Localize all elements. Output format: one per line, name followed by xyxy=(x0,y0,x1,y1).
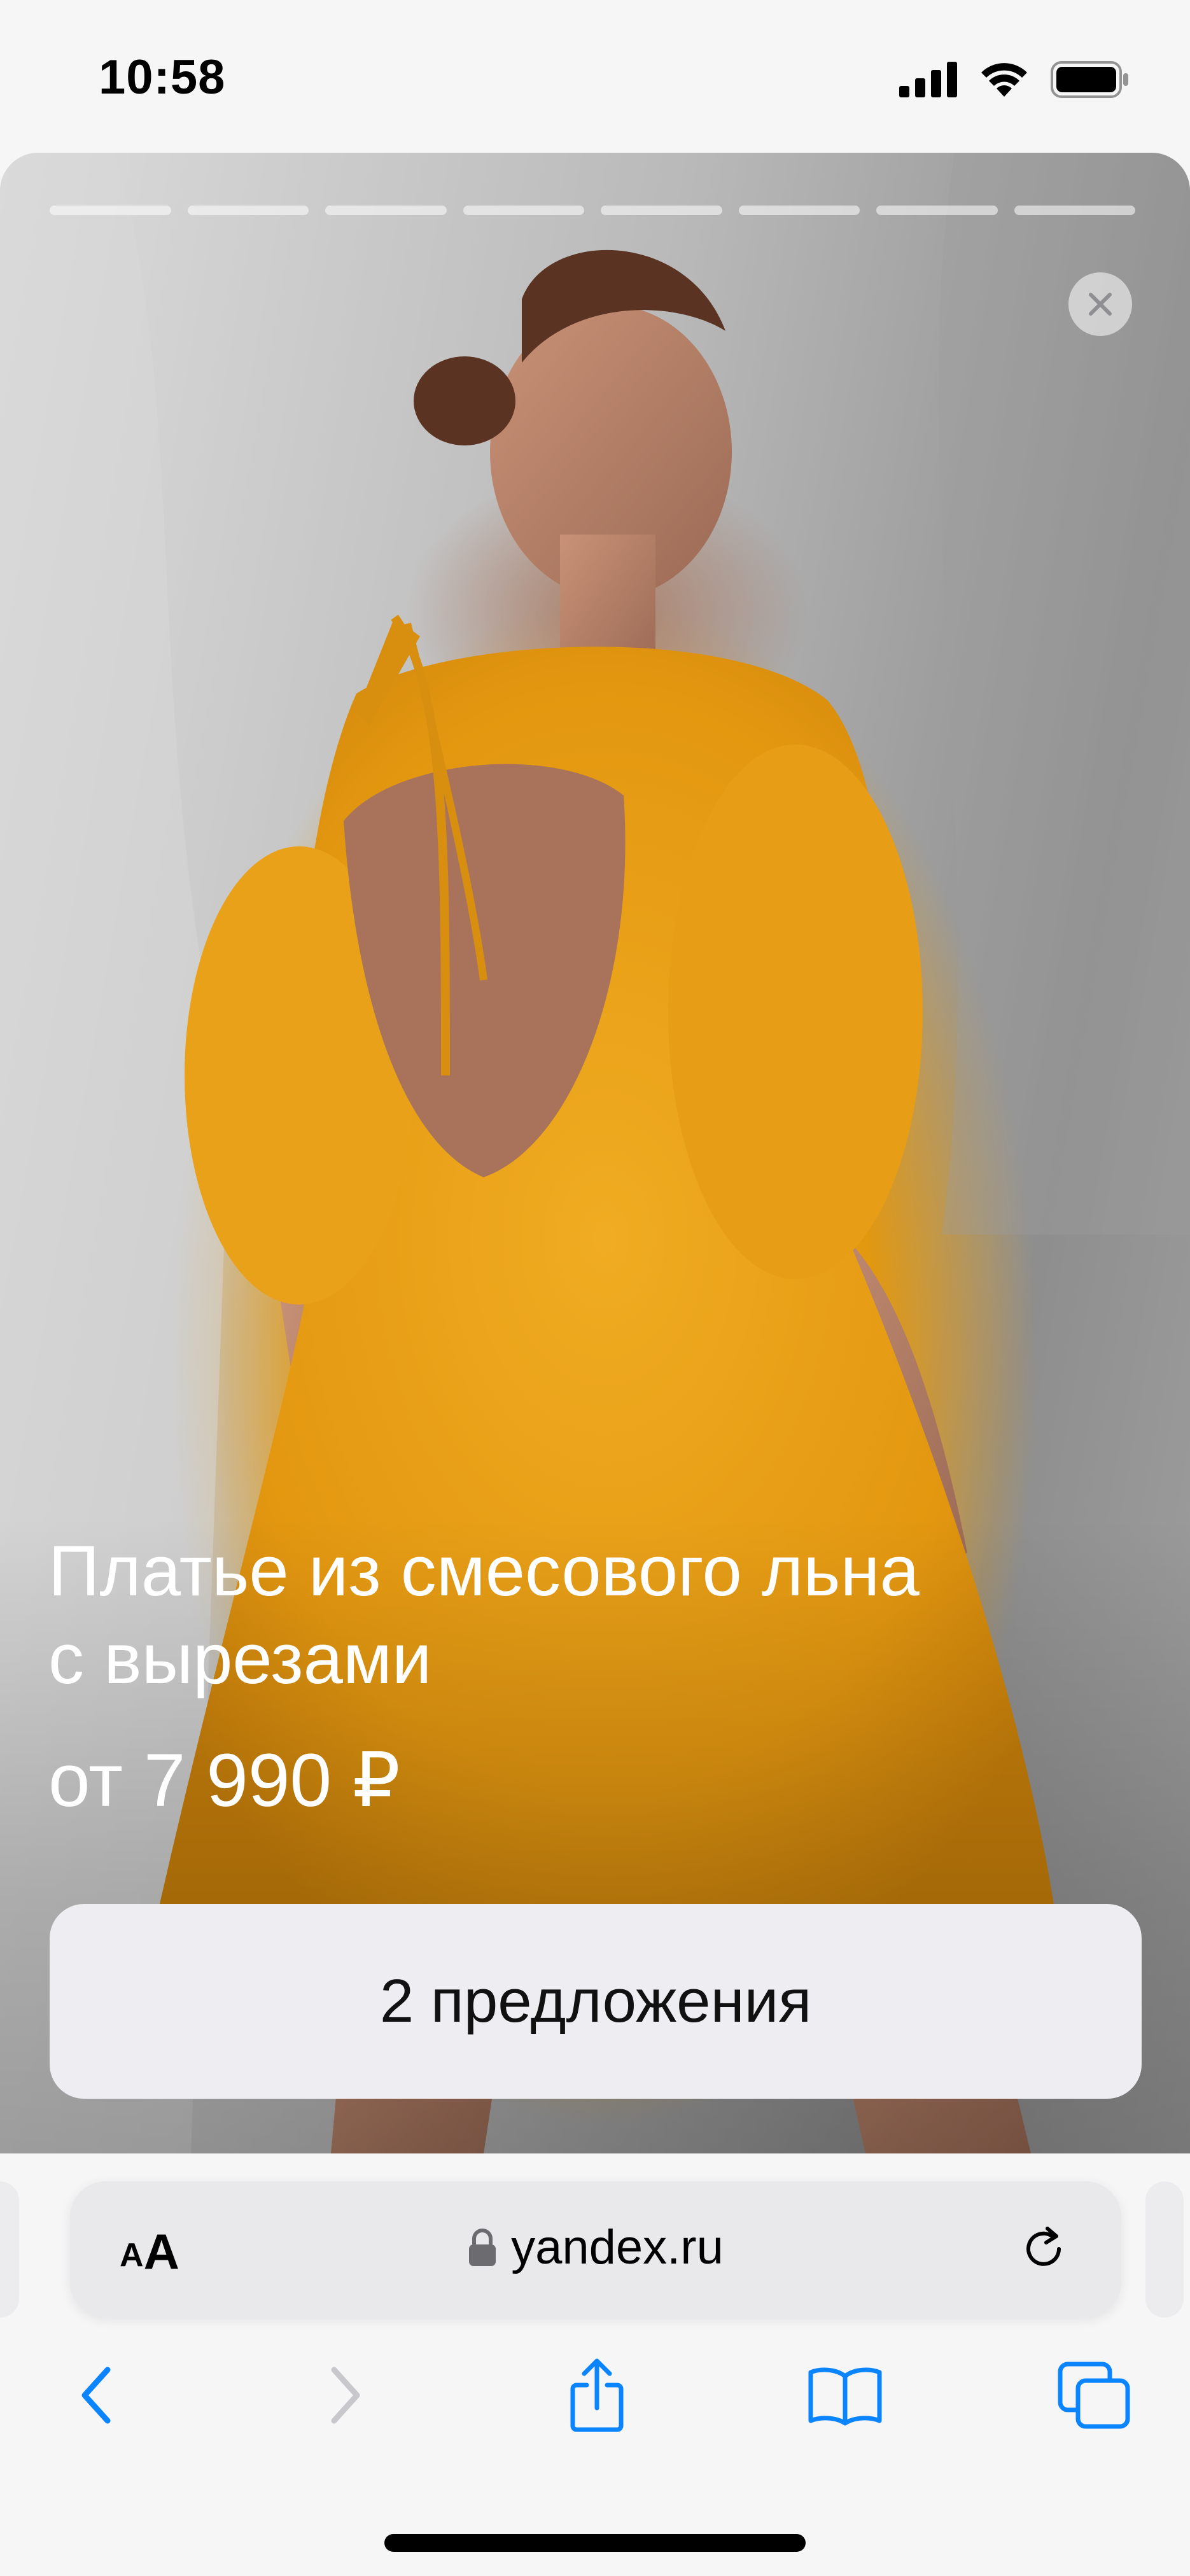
back-button[interactable] xyxy=(52,2351,141,2440)
progress-segment xyxy=(876,206,998,215)
chevron-left-icon xyxy=(81,2367,111,2424)
product-title: Платье из смесового льна с вырезами xyxy=(48,1527,1067,1703)
previous-tab-preview[interactable] xyxy=(0,2181,19,2318)
cellular-signal-icon xyxy=(899,62,957,97)
url-display[interactable]: yandex.ru xyxy=(70,2220,1121,2275)
address-bar[interactable]: A A yandex.ru xyxy=(70,2181,1121,2318)
story-viewer[interactable]: Платье из смесового льна с вырезами от 7… xyxy=(0,153,1190,2153)
battery-icon xyxy=(1051,61,1128,98)
url-text: yandex.ru xyxy=(511,2220,724,2274)
bookmarks-button[interactable] xyxy=(801,2351,890,2440)
tabs-button[interactable] xyxy=(1050,2351,1139,2440)
close-button[interactable] xyxy=(1068,272,1132,336)
tabs-icon xyxy=(1058,2362,1130,2429)
browser-toolbar xyxy=(0,2344,1190,2446)
status-icons xyxy=(899,57,1130,102)
reload-icon xyxy=(1026,2227,1061,2266)
reload-button[interactable] xyxy=(1013,2217,1077,2281)
book-icon xyxy=(808,2367,882,2426)
phone-screen: 10:58 Платье из смесового льна с вырезам… xyxy=(0,0,1190,2576)
home-indicator[interactable] xyxy=(384,2534,806,2552)
progress-segment xyxy=(187,206,309,215)
browser-bottom-bar: A A yandex.ru xyxy=(0,2153,1190,2576)
product-title-line1: Платье из смесового льна xyxy=(48,1531,920,1611)
share-button[interactable] xyxy=(552,2351,641,2440)
progress-segment xyxy=(325,206,447,215)
story-progress xyxy=(50,206,1135,215)
share-icon xyxy=(570,2358,624,2432)
close-icon xyxy=(1089,293,1112,316)
progress-segment xyxy=(601,206,722,215)
progress-segment xyxy=(1014,206,1135,215)
status-bar: 10:58 xyxy=(0,0,1190,153)
next-tab-preview[interactable] xyxy=(1145,2181,1184,2318)
progress-segment xyxy=(738,206,860,215)
progress-segment xyxy=(463,206,584,215)
forward-button[interactable] xyxy=(300,2351,389,2440)
offers-button[interactable]: 2 предложения xyxy=(50,1904,1142,2099)
product-title-line2: с вырезами xyxy=(48,1619,432,1698)
wifi-icon xyxy=(981,63,1027,97)
product-price: от 7 990 ₽ xyxy=(48,1739,401,1823)
status-time: 10:58 xyxy=(99,50,226,104)
progress-segment xyxy=(50,206,171,215)
chevron-right-icon xyxy=(331,2367,360,2424)
lock-icon xyxy=(469,2228,496,2266)
